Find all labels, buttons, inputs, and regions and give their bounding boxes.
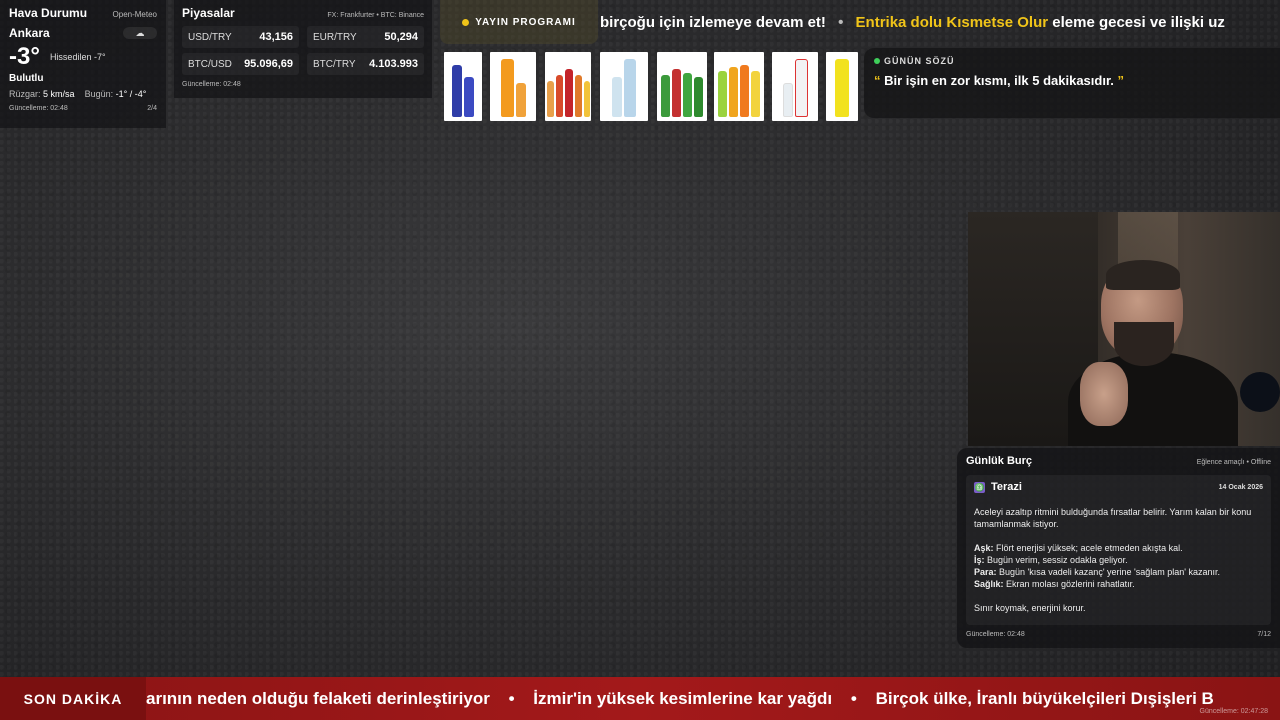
product-image-flavored-bottles: [714, 52, 764, 121]
schedule-badge: YAYIN PROGRAMI: [440, 0, 598, 44]
market-value: 95.096,69: [244, 58, 293, 70]
libra-icon: ♎: [974, 481, 985, 493]
breaking-news-bar: SON DAKİKA arının neden olduğu felaketi …: [0, 677, 1280, 720]
horoscope-page: 7/12: [1257, 631, 1271, 638]
weather-feels-like: Hissedilen -7°: [49, 52, 106, 62]
quote-label: GÜNÜN SÖZÜ: [884, 56, 955, 66]
market-value: 50,294: [384, 31, 418, 43]
breaking-news-label: SON DAKİKA: [0, 677, 146, 720]
market-label: EUR/TRY: [313, 31, 357, 43]
weather-temperature: -3°: [9, 43, 40, 70]
market-label: BTC/USD: [188, 58, 232, 70]
markets-title: Piyasalar: [182, 6, 235, 20]
horoscope-date: 14 Ocak 2026: [1218, 483, 1263, 491]
live-dot-icon: [874, 58, 880, 64]
horoscope-title: Günlük Burç: [966, 455, 1033, 467]
markets-updated: Güncelleme: 02:48: [182, 81, 241, 88]
market-label: USD/TRY: [188, 31, 232, 43]
market-item-eur-try: EUR/TRY 50,294: [307, 26, 424, 48]
ticker-highlight: Entrika dolu Kısmetse Olur: [855, 14, 1049, 31]
quote-open-mark: “: [874, 73, 881, 88]
product-image-lemon-bottle: [826, 52, 858, 121]
horoscope-money: Para: Bugün 'kısa vadeli kazanç' yerine …: [974, 567, 1221, 577]
horoscope-body: Aceleyi azaltıp ritmini bulduğunda fırsa…: [974, 506, 1263, 614]
market-item-usd-try: USD/TRY 43,156: [182, 26, 299, 48]
weather-description: Bulutlu: [9, 73, 44, 84]
product-image-mixed-bottles: [545, 52, 591, 121]
today-value: -1° / -4°: [115, 89, 147, 99]
quote-widget: GÜNÜN SÖZÜ “ Bir işin en zor kısmı, ilk …: [864, 48, 1280, 118]
sponsor-product-strip: [444, 52, 858, 122]
weather-updated: Güncelleme: 02:48: [9, 105, 68, 112]
market-value: 43,156: [259, 31, 293, 43]
market-item-btc-usd: BTC/USD 95.096,69: [182, 53, 299, 75]
horoscope-card: ♎ Terazi 14 Ocak 2026 Aceleyi azaltıp ri…: [966, 475, 1271, 625]
breaking-news-updated: Güncelleme: 02:47:28: [1199, 708, 1269, 715]
wind-value: 5 km/sa: [43, 89, 75, 99]
horoscope-sign: Terazi: [991, 481, 1022, 493]
weather-page: 2/4: [147, 105, 157, 112]
ticker-text: birçoğu için izlemeye devam et!: [600, 14, 826, 31]
product-image-soda-bottle: [772, 52, 818, 121]
quote-close-mark: ”: [1117, 73, 1125, 88]
today-label: Bugün:: [84, 89, 114, 99]
product-image-water-bottles: [600, 52, 648, 121]
news-item: Birçok ülke, İranlı büyükelçileri Dışişl…: [875, 689, 1214, 708]
schedule-ticker: birçoğu için izlemeye devam et! • Entrik…: [600, 10, 1280, 36]
webcam-feed: [968, 212, 1280, 446]
horoscope-work: İş: Bugün verim, sessiz odakla geliyor.: [974, 555, 1128, 565]
microphone-image: [1240, 372, 1280, 412]
horoscope-love: Aşk: Flört enerjisi yüksek; acele etmede…: [974, 543, 1183, 553]
weather-widget: Hava Durumu Open-Meteo Ankara ☁ -3° Hiss…: [0, 0, 166, 128]
news-separator: •: [508, 689, 515, 708]
market-value: 4.103.993: [369, 58, 418, 70]
live-dot-icon: [462, 18, 470, 26]
breaking-news-ticker: arının neden olduğu felaketi derinleştir…: [146, 677, 1280, 720]
horoscope-intro: Aceleyi azaltıp ritmini bulduğunda fırsa…: [974, 507, 1252, 529]
product-image-orange-bottle: [490, 52, 536, 121]
ticker-text: eleme gecesi ve ilişki uz: [1052, 14, 1225, 31]
market-item-btc-try: BTC/TRY 4.103.993: [307, 53, 424, 75]
weather-title: Hava Durumu: [9, 6, 88, 20]
quote-text: Bir işin en zor kısmı, ilk 5 dakikasıdır…: [884, 73, 1114, 88]
news-item: arının neden olduğu felaketi derinleştir…: [146, 689, 490, 708]
horoscope-widget: Günlük Burç Eğlence amaçlı • Offline ♎ T…: [957, 448, 1280, 648]
market-label: BTC/TRY: [313, 58, 356, 70]
product-image-green-bottles: [657, 52, 707, 121]
news-item: İzmir'in yüksek kesimlerine kar yağdı: [533, 689, 833, 708]
weather-source: Open-Meteo: [112, 10, 157, 19]
markets-source: FX: Frankfurter • BTC: Binance: [327, 12, 424, 19]
horoscope-meta: Eğlence amaçlı • Offline: [1196, 459, 1271, 466]
horoscope-closing: Sınır koymak, enerjini korur.: [974, 603, 1086, 613]
weather-city: Ankara: [9, 26, 50, 40]
schedule-label: YAYIN PROGRAMI: [475, 16, 576, 28]
wind-label: Rüzgar:: [9, 89, 41, 99]
cloud-icon: ☁: [123, 27, 157, 39]
horoscope-health: Sağlık: Ekran molası gözlerini rahatlatı…: [974, 579, 1135, 589]
weather-wind-row: Rüzgar: 5 km/sa Bugün: -1° / -4°: [9, 89, 157, 99]
product-image-blue-bottle: [444, 52, 482, 121]
news-separator: •: [850, 689, 857, 708]
quote-text-row: “ Bir işin en zor kısmı, ilk 5 dakikasıd…: [874, 73, 1270, 88]
horoscope-updated: Güncelleme: 02:48: [966, 631, 1025, 638]
ticker-separator: •: [838, 14, 844, 31]
markets-widget: Piyasalar FX: Frankfurter • BTC: Binance…: [174, 0, 432, 98]
